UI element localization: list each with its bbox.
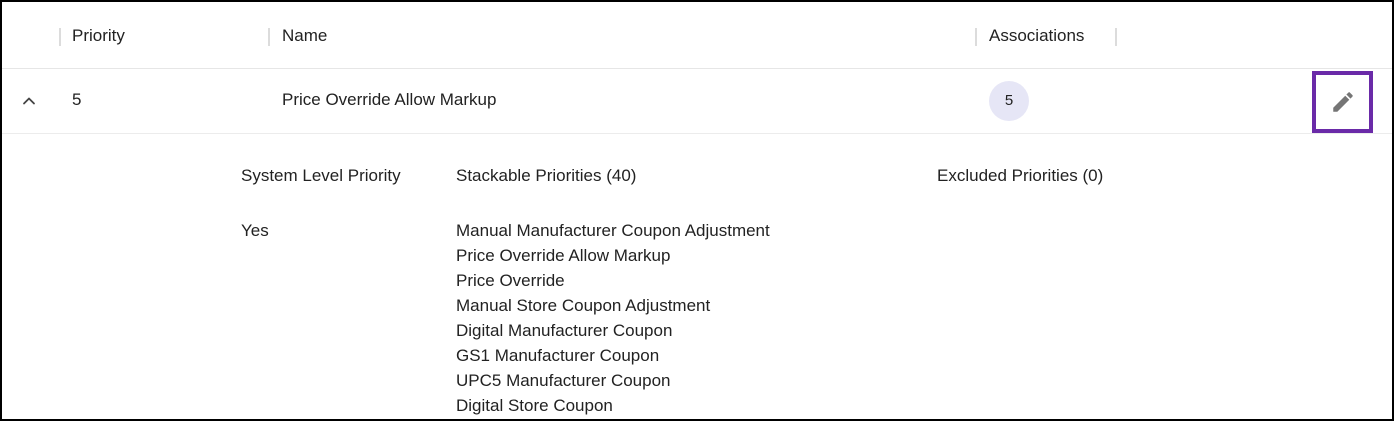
chevron-up-icon[interactable] bbox=[19, 91, 39, 111]
row-detail-panel: System Level Priority Stackable Prioriti… bbox=[2, 135, 1392, 419]
column-divider[interactable] bbox=[59, 28, 61, 46]
pencil-icon bbox=[1332, 92, 1353, 112]
priority-table: Priority Name Associations 5 Price Overr… bbox=[0, 0, 1394, 421]
associations-badge[interactable]: 5 bbox=[989, 81, 1029, 121]
stackable-priorities-list: Manual Manufacturer Coupon Adjustment Pr… bbox=[456, 221, 770, 419]
column-header-priority[interactable]: Priority bbox=[72, 26, 125, 46]
list-item: GS1 Manufacturer Coupon bbox=[456, 346, 660, 365]
system-level-priority-value: Yes bbox=[241, 221, 269, 240]
system-level-priority-label: System Level Priority bbox=[241, 166, 401, 185]
list-item: UPC5 Manufacturer Coupon bbox=[456, 371, 671, 390]
list-item: Manual Store Coupon Adjustment bbox=[456, 296, 711, 315]
column-header-name[interactable]: Name bbox=[282, 26, 327, 46]
edit-button[interactable] bbox=[1312, 71, 1373, 133]
row-name: Price Override Allow Markup bbox=[282, 90, 497, 109]
excluded-priorities-label: Excluded Priorities (0) bbox=[937, 166, 1104, 185]
column-divider[interactable] bbox=[1115, 28, 1117, 46]
column-divider[interactable] bbox=[975, 28, 977, 46]
column-header-associations[interactable]: Associations bbox=[989, 26, 1084, 46]
list-item: Manual Manufacturer Coupon Adjustment bbox=[456, 221, 770, 240]
list-item: Digital Store Coupon bbox=[456, 396, 613, 415]
column-divider[interactable] bbox=[268, 28, 270, 46]
list-item: Digital Manufacturer Coupon bbox=[456, 321, 673, 340]
list-item: Price Override Allow Markup bbox=[456, 246, 671, 265]
row-priority: 5 bbox=[72, 90, 82, 109]
stackable-priorities-label: Stackable Priorities (40) bbox=[456, 166, 637, 185]
list-item: Price Override bbox=[456, 271, 565, 290]
table-header: Priority Name Associations bbox=[2, 2, 1392, 69]
table-row[interactable]: 5 Price Override Allow Markup 5 bbox=[2, 69, 1392, 134]
